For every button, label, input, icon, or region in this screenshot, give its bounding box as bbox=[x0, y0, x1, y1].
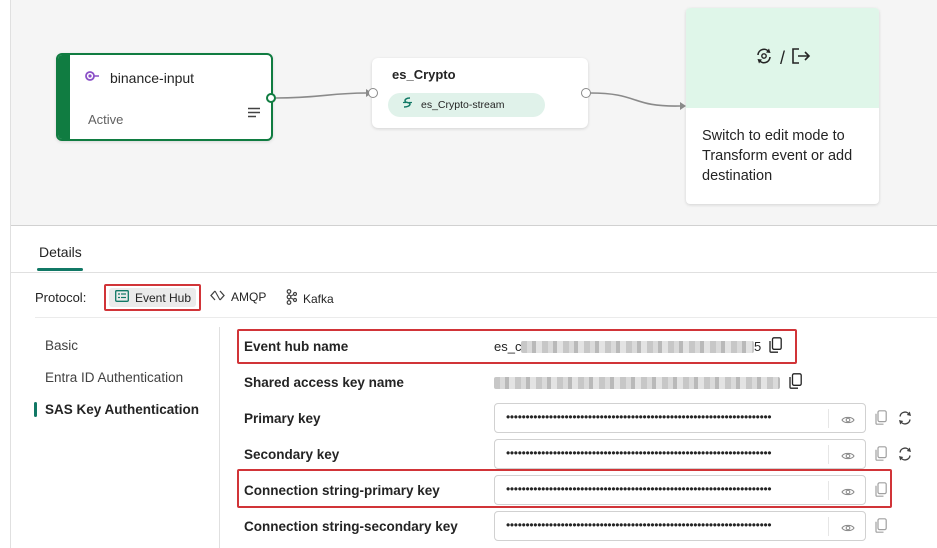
destination-separator: / bbox=[779, 47, 785, 68]
tab-details[interactable]: Details bbox=[39, 244, 82, 260]
connector-source-to-stream bbox=[275, 92, 367, 99]
protocol-kafka-label: Kafka bbox=[303, 291, 334, 306]
secondary-key-value: ••••••••••••••••••••••••••••••••••••••••… bbox=[506, 446, 772, 460]
connection-string-primary-value: ••••••••••••••••••••••••••••••••••••••••… bbox=[506, 482, 772, 496]
sidebar-item-entra-id[interactable]: Entra ID Authentication bbox=[45, 370, 183, 385]
sidebar-active-indicator bbox=[34, 402, 37, 417]
copy-icon[interactable] bbox=[875, 410, 887, 430]
sidebar-item-basic[interactable]: Basic bbox=[45, 338, 78, 353]
stream-output-port[interactable] bbox=[581, 88, 591, 98]
connection-string-secondary-input[interactable]: ••••••••••••••••••••••••••••••••••••••••… bbox=[494, 511, 866, 541]
input-separator bbox=[828, 517, 829, 536]
event-hub-name-redacted bbox=[521, 341, 754, 353]
shared-access-key-name-label: Shared access key name bbox=[244, 375, 404, 390]
transform-icon bbox=[754, 46, 774, 71]
destination-node[interactable]: / Switch to edit mode to Transform event… bbox=[686, 8, 879, 204]
protocol-kafka-button[interactable]: Kafka bbox=[285, 289, 334, 308]
stream-node-title: es_Crypto bbox=[392, 67, 456, 82]
copy-icon[interactable] bbox=[789, 373, 802, 394]
connection-string-primary-label: Connection string-primary key bbox=[244, 483, 440, 498]
secondary-key-label: Secondary key bbox=[244, 447, 340, 462]
input-separator bbox=[828, 409, 829, 428]
kafka-icon bbox=[285, 289, 298, 308]
copy-icon[interactable] bbox=[875, 446, 887, 466]
secondary-key-input[interactable]: ••••••••••••••••••••••••••••••••••••••••… bbox=[494, 439, 866, 469]
copy-icon[interactable] bbox=[875, 518, 887, 538]
source-node-title: binance-input bbox=[110, 70, 195, 86]
protocol-event-hub-content: Event Hub bbox=[115, 290, 191, 305]
amqp-icon bbox=[210, 290, 225, 304]
primary-key-label: Primary key bbox=[244, 411, 321, 426]
eye-icon[interactable] bbox=[841, 412, 855, 430]
node-details-icon[interactable] bbox=[248, 105, 261, 123]
source-node-title-row: binance-input bbox=[84, 69, 194, 87]
stream-pill-label: es_Crypto-stream bbox=[421, 99, 505, 111]
connection-string-secondary-value: ••••••••••••••••••••••••••••••••••••••••… bbox=[506, 518, 772, 532]
input-separator bbox=[828, 481, 829, 500]
eye-icon[interactable] bbox=[841, 448, 855, 466]
regenerate-icon[interactable] bbox=[897, 446, 913, 467]
destination-node-header: / bbox=[686, 8, 879, 108]
eye-icon[interactable] bbox=[841, 520, 855, 538]
custom-endpoint-icon bbox=[84, 69, 100, 87]
sidebar-item-sas-key[interactable]: SAS Key Authentication bbox=[45, 402, 199, 417]
tab-details-indicator bbox=[37, 268, 83, 271]
copy-icon[interactable] bbox=[875, 482, 887, 502]
protocol-amqp-button[interactable]: AMQP bbox=[210, 290, 266, 304]
shared-access-key-name-redacted bbox=[494, 377, 780, 389]
sidebar-divider bbox=[219, 327, 220, 548]
connector-stream-to-dest bbox=[589, 92, 681, 107]
event-hub-name-suffix: 5 bbox=[754, 339, 762, 354]
stream-node[interactable]: es_Crypto es_Crypto-stream bbox=[372, 58, 588, 128]
primary-key-value: ••••••••••••••••••••••••••••••••••••••••… bbox=[506, 410, 772, 424]
protocol-amqp-label: AMQP bbox=[231, 290, 267, 304]
primary-key-input[interactable]: ••••••••••••••••••••••••••••••••••••••••… bbox=[494, 403, 866, 433]
protocol-label: Protocol: bbox=[35, 290, 87, 305]
stream-input-port[interactable] bbox=[368, 88, 378, 98]
eye-icon[interactable] bbox=[841, 484, 855, 502]
event-hub-name-prefix: es_c bbox=[494, 339, 522, 354]
source-output-port[interactable] bbox=[266, 93, 276, 103]
tab-divider bbox=[11, 272, 937, 273]
event-hub-name-label: Event hub name bbox=[244, 339, 349, 354]
stream-icon bbox=[401, 96, 414, 114]
source-node-status: Active bbox=[88, 112, 124, 127]
destination-message: Switch to edit mode to Transform event o… bbox=[702, 128, 853, 184]
protocol-divider bbox=[35, 317, 937, 318]
connection-string-secondary-label: Connection string-secondary key bbox=[244, 519, 458, 534]
protocol-event-hub-label: Event Hub bbox=[135, 290, 192, 305]
source-node-accent bbox=[58, 55, 70, 139]
regenerate-icon[interactable] bbox=[897, 410, 913, 431]
connection-string-primary-input[interactable]: ••••••••••••••••••••••••••••••••••••••••… bbox=[494, 475, 866, 505]
input-separator bbox=[828, 445, 829, 464]
event-hub-icon bbox=[115, 290, 129, 305]
stream-pill[interactable]: es_Crypto-stream bbox=[388, 93, 545, 117]
source-node[interactable]: binance-input Active bbox=[56, 53, 273, 141]
protocol-event-hub-button[interactable]: Event Hub bbox=[104, 284, 201, 311]
copy-icon[interactable] bbox=[769, 337, 782, 358]
add-destination-icon bbox=[791, 47, 811, 70]
eventstream-page: binance-input Active es_Crypto es_Crypto… bbox=[0, 0, 937, 548]
